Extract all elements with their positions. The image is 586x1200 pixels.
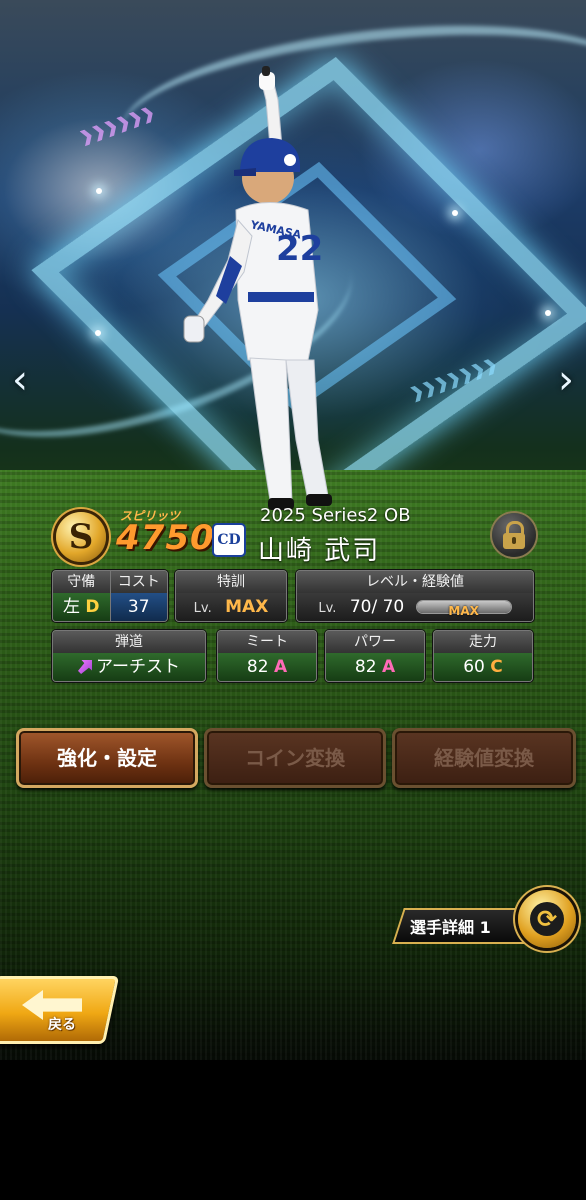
card-series: 2025 Series2 OB	[260, 505, 411, 526]
meet-value: 82 A	[218, 653, 316, 681]
level-lv-prefix: Lv.	[318, 601, 337, 616]
back-button-label[interactable]: 戻る	[48, 1014, 76, 1034]
rank-badge: S	[56, 512, 106, 562]
power-value: 82 A	[326, 653, 424, 681]
team-logo-icon: CD	[212, 523, 246, 557]
coin-exchange-button[interactable]: コイン変換	[204, 728, 386, 788]
lock-icon-body	[503, 533, 525, 549]
speed-number: 60	[463, 657, 485, 677]
power-number: 82	[354, 657, 377, 677]
trajectory-text: アーチスト	[96, 657, 180, 677]
meet-label: ミート	[218, 631, 316, 653]
position-grade: D	[85, 597, 100, 617]
switch-details-button[interactable]: ⟳	[518, 890, 576, 948]
trajectory-value: アーチスト	[53, 653, 205, 681]
trajectory-arrow-icon	[78, 660, 92, 674]
refresh-icon: ⟳	[530, 902, 564, 936]
power-panel: パワー 82 A	[325, 630, 425, 682]
level-current: 70/	[349, 597, 378, 617]
speed-label: 走力	[434, 631, 532, 653]
power-label: パワー	[326, 631, 424, 653]
next-card-button[interactable]: ›	[552, 358, 580, 402]
sparkle-decoration	[545, 310, 551, 316]
meet-number: 82	[246, 657, 269, 677]
player-card-screen: 22 YAMASA ‹ › S スピリッツ 4750 CD 2025 Serie…	[0, 0, 586, 1200]
sparkle-decoration	[452, 210, 458, 216]
sparkle-decoration	[95, 330, 101, 336]
sparkle-decoration	[96, 188, 102, 194]
speed-panel: 走力 60 C	[433, 630, 533, 682]
bottom-bar-background	[0, 1060, 586, 1200]
previous-card-button[interactable]: ‹	[6, 358, 34, 402]
power-grade: A	[381, 657, 396, 677]
training-panel: 特訓 Lv. MAX	[175, 570, 287, 622]
cost-value: 37	[109, 593, 167, 621]
speed-value: 60 C	[434, 653, 532, 681]
meet-grade: A	[273, 657, 288, 677]
training-lv-prefix: Lv.	[193, 601, 212, 616]
position-label: 守備	[53, 571, 110, 593]
level-max: 70	[382, 597, 405, 617]
position-value: 左 D	[53, 593, 110, 621]
cost-label: コスト	[109, 571, 167, 593]
exp-bar: MAX	[415, 600, 512, 618]
player-name: 山崎 武司	[258, 536, 381, 566]
enhance-settings-button[interactable]: 強化・設定	[16, 728, 198, 788]
exp-bar-text: MAX	[448, 604, 479, 618]
exp-exchange-button[interactable]: 経験値変換	[392, 728, 576, 788]
training-value: Lv. MAX	[176, 593, 286, 621]
spirits-value: 4750	[116, 518, 215, 558]
lock-button[interactable]	[492, 513, 536, 557]
player-details-label[interactable]: 選手詳細 1	[410, 914, 491, 938]
training-label: 特訓	[176, 571, 286, 593]
level-value: Lv. 70/ 70 MAX	[297, 593, 533, 621]
speed-grade: C	[490, 657, 503, 677]
training-max: MAX	[225, 597, 269, 617]
meet-panel: ミート 82 A	[217, 630, 317, 682]
position-hand: 左	[62, 597, 80, 617]
trajectory-label: 弾道	[53, 631, 205, 653]
position-cost-panel: 守備 コスト 左 D 37	[52, 570, 168, 622]
level-panel: レベル・経験値 Lv. 70/ 70 MAX	[296, 570, 534, 622]
trajectory-panel: 弾道 アーチスト	[52, 630, 206, 682]
level-label: レベル・経験値	[297, 571, 533, 593]
player-illustration: 22 YAMASA	[183, 66, 332, 510]
